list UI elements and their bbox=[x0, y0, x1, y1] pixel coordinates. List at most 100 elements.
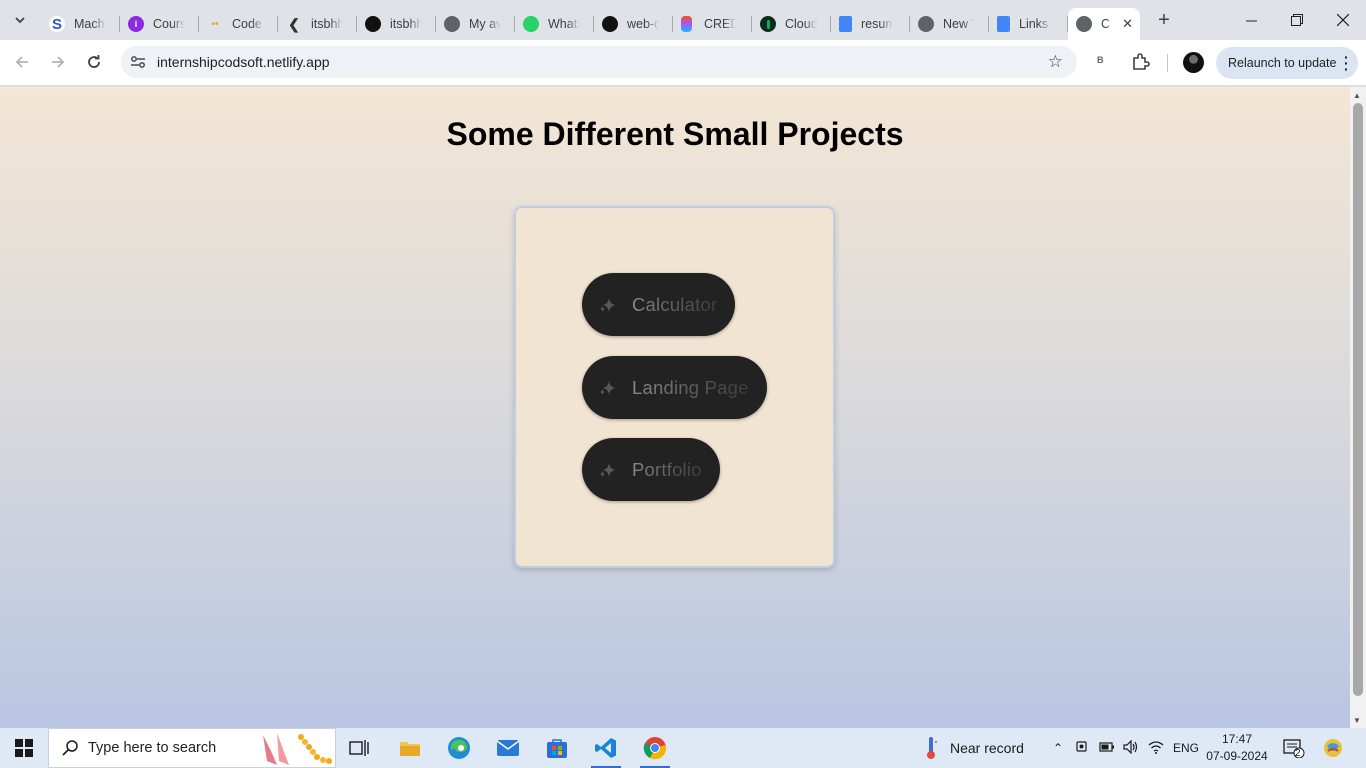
profile-avatar[interactable] bbox=[1183, 52, 1204, 73]
tab-title: Whats bbox=[548, 17, 580, 31]
s-icon: S bbox=[49, 16, 65, 33]
whatsapp-icon bbox=[523, 16, 539, 32]
edge-icon bbox=[448, 737, 470, 759]
time-text: 17:47 bbox=[1221, 732, 1253, 746]
tab-7[interactable]: Whats bbox=[515, 8, 594, 40]
close-tab-icon[interactable]: ✕ bbox=[1122, 16, 1133, 32]
tab-title: New T bbox=[943, 17, 975, 31]
chrome-button[interactable] bbox=[634, 732, 676, 768]
tab-11[interactable]: resum bbox=[831, 8, 910, 40]
tab-1[interactable]: S Machi bbox=[41, 8, 120, 40]
edge-button[interactable] bbox=[438, 732, 480, 764]
battery-icon[interactable] bbox=[1099, 741, 1115, 756]
course-icon: i bbox=[128, 16, 144, 32]
more-menu-icon[interactable]: · · · bbox=[1344, 50, 1349, 76]
camera-icon[interactable] bbox=[1076, 740, 1090, 757]
back-button[interactable] bbox=[8, 48, 36, 76]
tab-title: Machi bbox=[74, 17, 106, 31]
search-icon bbox=[62, 740, 78, 756]
tab-6[interactable]: My av bbox=[436, 8, 515, 40]
vscode-button[interactable] bbox=[585, 732, 627, 768]
scroll-up-arrow-icon[interactable]: ▲ bbox=[1353, 91, 1361, 100]
page-viewport: Some Different Small Projects Calculator… bbox=[0, 87, 1350, 728]
tab-9[interactable]: CREDI bbox=[673, 8, 752, 40]
figma-icon bbox=[681, 16, 692, 32]
tab-active[interactable]: C ✕ bbox=[1068, 8, 1140, 40]
windows-logo-icon bbox=[15, 739, 33, 757]
copilot-icon bbox=[1324, 739, 1342, 757]
notification-icon bbox=[1283, 739, 1305, 758]
file-explorer-button[interactable] bbox=[389, 732, 431, 764]
mongodb-icon bbox=[760, 16, 776, 32]
wifi-icon[interactable] bbox=[1148, 740, 1164, 757]
speaker-icon[interactable] bbox=[1123, 739, 1139, 757]
portfolio-label: Portfolio bbox=[632, 458, 702, 480]
globe-icon bbox=[444, 16, 460, 32]
tab-10[interactable]: Cloud bbox=[752, 8, 831, 40]
tab-title: C bbox=[1101, 17, 1111, 31]
tab-12[interactable]: New T bbox=[910, 8, 989, 40]
landing-page-button[interactable]: Landing Page bbox=[582, 356, 767, 419]
sparkle-icon bbox=[600, 297, 615, 312]
thermometer-icon bbox=[927, 737, 937, 759]
tab-3[interactable]: •• Code bbox=[199, 8, 278, 40]
tab-title: resum bbox=[861, 17, 893, 31]
weather-widget[interactable]: Near record bbox=[924, 728, 1024, 768]
restore-button[interactable] bbox=[1274, 0, 1320, 40]
language-indicator[interactable]: ENG bbox=[1173, 741, 1199, 755]
close-window-button[interactable] bbox=[1320, 0, 1366, 40]
extension-b-icon[interactable]: B bbox=[1097, 55, 1104, 65]
start-button[interactable] bbox=[0, 728, 48, 768]
forward-button[interactable] bbox=[44, 48, 72, 76]
calculator-button[interactable]: Calculator bbox=[582, 273, 736, 336]
folder-icon bbox=[400, 742, 420, 756]
close-icon bbox=[1337, 14, 1349, 26]
clock[interactable]: 17:47 07-09-2024 bbox=[1204, 731, 1270, 765]
code-icon: •• bbox=[211, 18, 219, 30]
minimize-button[interactable] bbox=[1228, 0, 1274, 40]
taskbar-search-box[interactable]: Type here to search bbox=[48, 728, 336, 768]
docs-icon bbox=[839, 16, 852, 32]
mail-icon bbox=[496, 740, 520, 756]
tab-13[interactable]: Links bbox=[989, 8, 1068, 40]
sparkle-icon bbox=[600, 462, 615, 477]
tab-2[interactable]: i Cours bbox=[120, 8, 199, 40]
date-text: 07-09-2024 bbox=[1206, 749, 1268, 763]
mail-button[interactable] bbox=[487, 732, 529, 764]
tab-5[interactable]: itsbhh bbox=[357, 8, 436, 40]
arrow-right-icon bbox=[52, 56, 65, 68]
tab-4[interactable]: ❮ itsbhh bbox=[278, 8, 357, 40]
reload-button[interactable] bbox=[80, 48, 108, 76]
tab-title: itsbhh bbox=[390, 17, 422, 31]
tab-strip: S Machi i Cours •• Code ❮ itsbhh itsbhh My a… bbox=[0, 0, 1366, 40]
extensions-puzzle-icon[interactable] bbox=[1130, 52, 1150, 72]
chevron-up-icon[interactable]: ⌃ bbox=[1050, 741, 1066, 755]
page-scrollbar[interactable]: ▲ ▼ bbox=[1350, 87, 1366, 728]
store-button[interactable] bbox=[536, 732, 578, 764]
tab-title: My av bbox=[469, 17, 501, 31]
tab-8[interactable]: web-d bbox=[594, 8, 673, 40]
relaunch-button[interactable]: Relaunch to update · · · bbox=[1216, 47, 1358, 79]
search-placeholder: Type here to search bbox=[88, 740, 217, 756]
scroll-thumb[interactable] bbox=[1353, 103, 1363, 696]
tab-title: Links bbox=[1019, 17, 1049, 31]
new-tab-button[interactable]: + bbox=[1154, 9, 1174, 32]
windows-taskbar: Type here to search Near record ⌃ ENG 17… bbox=[0, 728, 1366, 768]
tab-search-button[interactable] bbox=[7, 7, 33, 33]
sparkle-icon bbox=[600, 380, 615, 395]
page-title: Some Different Small Projects bbox=[446, 116, 904, 152]
bookmark-star-icon[interactable]: ☆ bbox=[1048, 52, 1063, 72]
docs-icon bbox=[997, 16, 1010, 32]
site-info-icon[interactable] bbox=[125, 49, 151, 75]
portfolio-button[interactable]: Portfolio bbox=[582, 438, 720, 501]
calculator-label: Calculator bbox=[632, 293, 718, 315]
browser-toolbar: internshipcodsoft.netlify.app ☆ B Relaun… bbox=[0, 40, 1366, 86]
scroll-down-arrow-icon[interactable]: ▼ bbox=[1353, 716, 1361, 725]
address-bar[interactable]: internshipcodsoft.netlify.app ☆ bbox=[121, 46, 1077, 78]
task-view-button[interactable] bbox=[338, 732, 380, 764]
url-text[interactable]: internshipcodsoft.netlify.app bbox=[157, 54, 330, 70]
copilot-button[interactable] bbox=[1322, 728, 1344, 768]
notification-center-button[interactable]: 2 bbox=[1283, 728, 1305, 768]
chrome-icon bbox=[918, 16, 934, 32]
tab-title: Cours bbox=[153, 17, 185, 31]
